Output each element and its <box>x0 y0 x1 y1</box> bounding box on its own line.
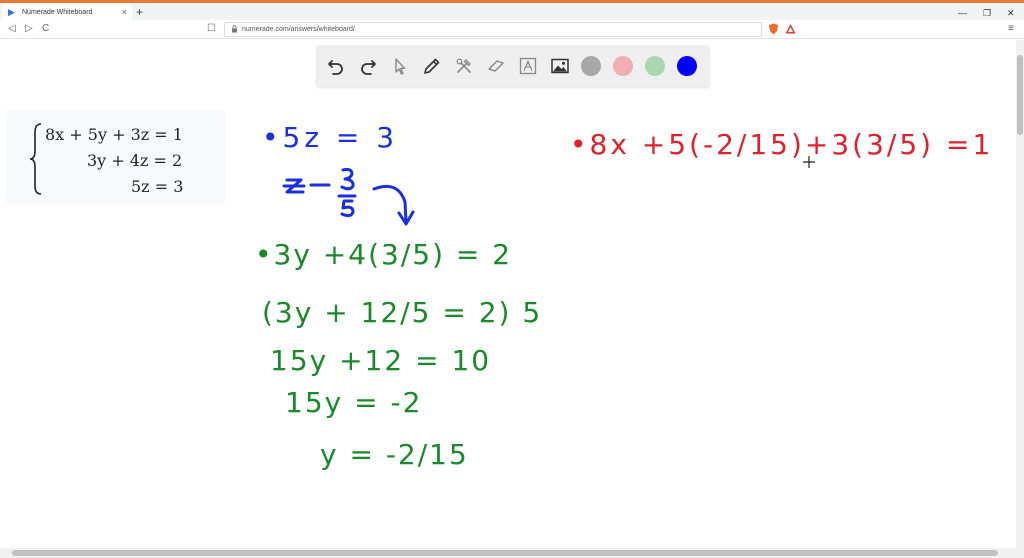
green-line-2: (3y + 12/5 = 2) 5 <box>262 296 542 329</box>
lock-icon <box>231 24 238 35</box>
blue-line-1: •5z = 3 <box>262 121 398 154</box>
horizontal-scrollbar-thumb[interactable] <box>12 550 998 556</box>
tab-numerade-whiteboard[interactable]: ▶ Numerade Whiteboard × <box>2 4 132 20</box>
forward-button[interactable]: ▷ <box>25 23 33 34</box>
blue-line-2 <box>282 168 357 218</box>
green-line-5: y = -2/15 <box>320 438 469 471</box>
red-line-1: •8x +5(-2/15)+3(3/5) =1 <box>570 128 993 161</box>
brave-shield-icon[interactable] <box>768 23 779 39</box>
handwritten-work: •5z = 3 •3y +4(3/5) = 2 (3y + 12/5 = 2) … <box>255 121 993 471</box>
close-window-button[interactable]: ✕ <box>1007 8 1015 19</box>
green-line-4: 15y = -2 <box>285 386 422 419</box>
vertical-scrollbar-thumb[interactable] <box>1017 55 1023 135</box>
address-bar[interactable]: numerade.com/answers/whiteboard/ <box>224 22 762 37</box>
substitution-arrow <box>372 184 415 226</box>
minimize-button[interactable]: — <box>958 8 967 18</box>
back-button[interactable]: ◁ <box>8 23 16 34</box>
play-icon: ▶ <box>8 6 15 17</box>
new-tab-button[interactable]: + <box>136 6 143 18</box>
url-text: numerade.com/answers/whiteboard/ <box>242 26 355 33</box>
crosshair-cursor-icon <box>803 156 815 168</box>
navigation-bar: ◁ ▷ C ☐ numerade.com/answers/whiteboard/… <box>0 20 1024 39</box>
bookmark-icon[interactable]: ☐ <box>207 23 216 34</box>
restore-button[interactable]: ❐ <box>983 8 991 19</box>
rewards-icon[interactable] <box>785 23 796 39</box>
tab-bar: ▶ Numerade Whiteboard × + — ❐ ✕ <box>0 3 1024 20</box>
whiteboard-canvas[interactable]: 8x + 5y + 3z = 1 3y + 4z = 2 5z = 3 •5z … <box>0 40 1016 548</box>
green-line-3: 15y +12 = 10 <box>270 344 491 377</box>
menu-icon[interactable]: ≡ <box>1008 23 1014 34</box>
reload-button[interactable]: C <box>42 23 49 34</box>
tab-close-icon[interactable]: × <box>122 7 127 17</box>
tab-title: Numerade Whiteboard <box>22 8 93 16</box>
green-line-1: •3y +4(3/5) = 2 <box>255 238 512 271</box>
